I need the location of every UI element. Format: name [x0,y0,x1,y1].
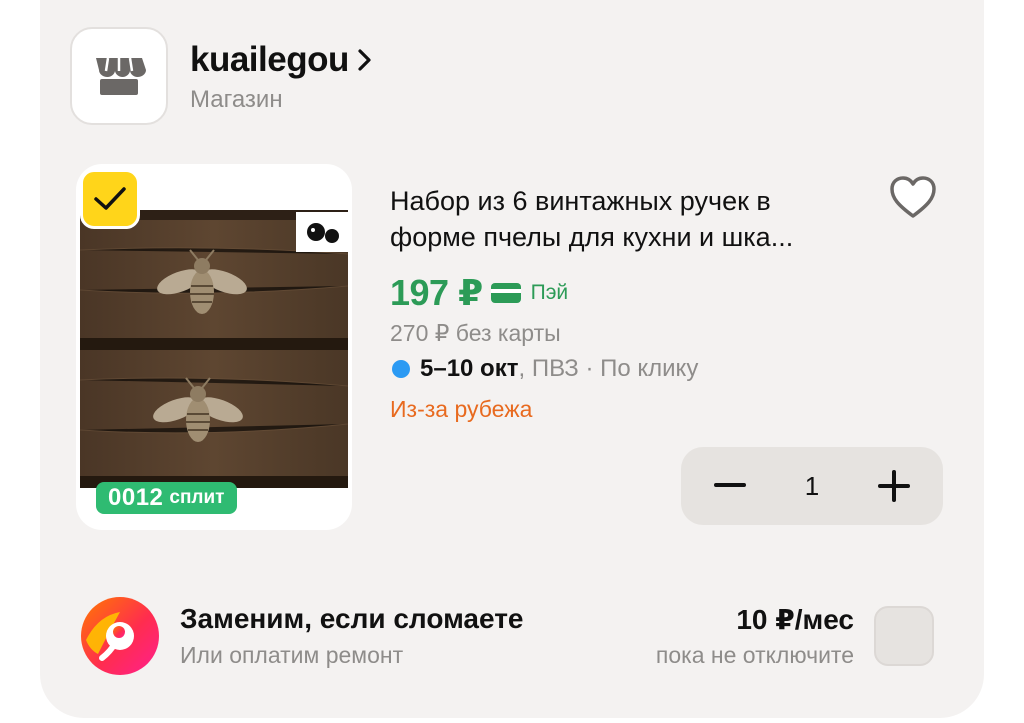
plus-icon [878,470,910,502]
store-type-label: Магазин [190,86,283,113]
warranty-price: 10 ₽/мес [736,604,854,635]
quantity-value: 1 [804,470,820,501]
split-badge-number: 0012 [108,484,164,511]
split-badge-label: сплит [169,487,225,508]
quantity-stepper: 1 [681,447,943,525]
storefront-icon[interactable] [70,27,168,125]
card-icon [490,283,521,303]
product-title-line-1: Набор из 6 винтажных ручек в [390,186,771,216]
store-name: kuailegou [190,40,349,79]
decrease-quantity-button[interactable] [707,463,753,509]
price-without-card: 270 ₽ без карты [390,320,561,346]
store-name-link[interactable]: kuailegou [190,40,373,80]
split-badge: 0012 сплит [96,482,237,514]
delivery-info: 5–10 окт, ПВЗ · По клику [392,355,698,383]
delivery-date: 5–10 окт [420,355,519,382]
origin-label: Из-за рубежа [390,396,533,422]
chevron-right-icon [358,49,371,71]
warranty-title: Заменим, если сломаете [180,603,524,634]
delivery-method: , ПВЗ · По клику [518,355,699,382]
delivery-dot-icon [392,360,410,378]
pay-label: Пэй [530,281,569,304]
product-title-line-2: форме пчелы для кухни и шка... [390,222,794,252]
warranty-checkbox[interactable] [874,606,934,666]
warranty-subtitle: Или оплатим ремонт [180,642,404,668]
warranty-note: пока не отключите [655,642,854,668]
increase-quantity-button[interactable] [871,463,917,509]
product-photo [80,210,348,488]
select-item-checkbox[interactable] [80,169,140,229]
product-title[interactable]: Набор из 6 винтажных ручек в форме пчелы… [390,183,870,255]
price-row: 197 ₽ Пэй [390,272,568,314]
checkmark-icon [94,187,126,210]
minus-icon [714,483,746,487]
favorite-heart-icon[interactable] [888,174,938,220]
warranty-logo-icon [81,597,159,675]
current-price: 197 ₽ [390,272,483,313]
